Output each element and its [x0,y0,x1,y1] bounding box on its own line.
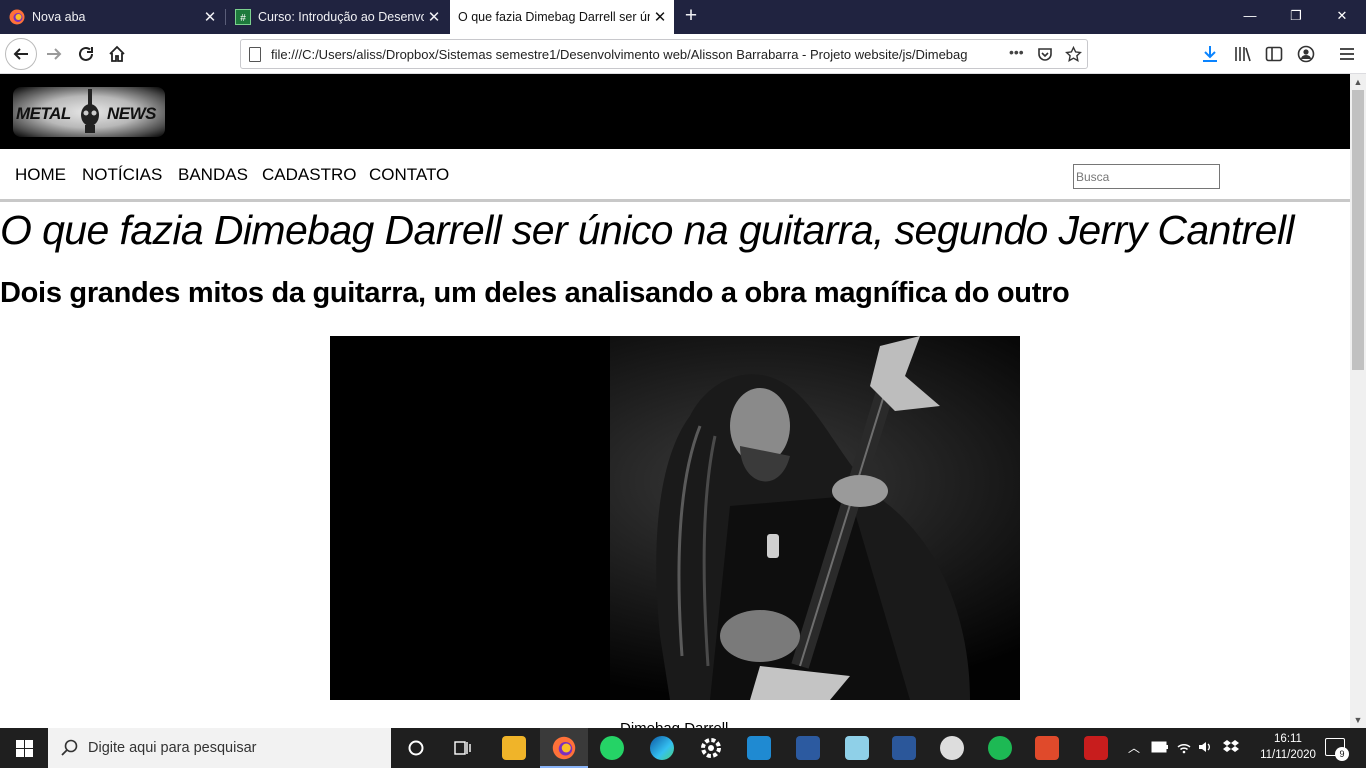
firefox-icon [552,736,576,760]
site-header: METAL NEWS [0,74,1350,149]
course-site-icon: # [235,9,251,25]
article-subtitle: Dois grandes mitos da guitarra, um deles… [0,277,1070,309]
cortana-icon[interactable] [408,740,424,756]
scroll-up-arrow-icon[interactable]: ▲ [1350,77,1366,87]
library-icon[interactable] [1234,45,1252,63]
address-bar[interactable]: file:///C:/Users/aliss/Dropbox/Sistemas … [240,39,1088,69]
tab-title: Nova aba [32,10,86,24]
account-icon[interactable] [1297,45,1315,63]
close-tab-icon[interactable]: ✕ [200,8,220,26]
nav-bandas[interactable]: BANDAS [178,165,248,185]
guitarist-photo-illustration [330,336,1020,700]
menu-hamburger-icon[interactable] [1339,45,1355,63]
skull-guitar-logo-icon [81,89,99,133]
battery-icon[interactable] [1151,741,1169,753]
taskbar-search-placeholder: Digite aqui para pesquisar [88,740,257,756]
word-icon[interactable] [892,736,916,760]
windows-logo-icon [16,740,33,757]
whatsapp-icon[interactable] [600,736,624,760]
firefox-taskbar-button[interactable] [540,728,588,768]
media-player-icon[interactable] [940,736,964,760]
restore-button[interactable]: ❐ [1273,0,1319,34]
article-photo [330,336,1020,700]
close-window-button[interactable]: ✕ [1319,0,1365,34]
page-scrollbar[interactable]: ▲ ▼ [1350,74,1366,728]
search-icon [61,739,78,756]
metal-news-logo[interactable]: METAL NEWS [13,87,165,137]
wifi-icon[interactable] [1176,739,1192,755]
home-icon [109,45,125,62]
reload-button[interactable] [71,39,101,69]
page-viewport: METAL NEWS HOME NOTÍCIAS BANDAS CADASTRO… [0,74,1350,728]
pocket-icon[interactable] [1037,46,1053,62]
settings-gear-icon[interactable] [699,736,723,760]
scrollbar-thumb[interactable] [1352,90,1364,370]
spotify-icon[interactable] [988,736,1012,760]
clock-date: 11/11/2020 [1260,749,1316,761]
page-actions-icon[interactable]: ••• [1009,44,1024,60]
tab-dimebag-article[interactable]: O que fazia Dimebag Darrell ser único ✕ [450,0,674,34]
minimize-button[interactable]: — [1227,0,1273,34]
site-nav: HOME NOTÍCIAS BANDAS CADASTRO CONTATO [0,149,1350,202]
vscode-icon[interactable] [747,736,771,760]
nav-cadastro[interactable]: CADASTRO [262,165,356,185]
page-icon [249,47,261,62]
show-hidden-icons-icon[interactable]: ︿ [1128,739,1140,756]
edge-icon[interactable] [650,736,674,760]
nav-home[interactable]: HOME [15,165,66,185]
back-arrow-icon [13,48,28,60]
back-button[interactable] [5,38,37,70]
url-text[interactable]: file:///C:/Users/aliss/Dropbox/Sistemas … [271,47,1001,62]
sidebar-icon[interactable] [1265,45,1283,63]
svg-text:#: # [240,13,246,24]
tab-nova-aba[interactable]: Nova aba ✕ [0,0,224,34]
file-explorer-icon[interactable] [502,736,526,760]
scroll-down-arrow-icon[interactable]: ▼ [1350,715,1366,725]
taskbar-search[interactable]: Digite aqui para pesquisar [48,728,391,768]
reload-icon [79,46,93,61]
notifications-badge: 9 [1335,747,1349,761]
downloads-icon[interactable] [1202,45,1218,63]
nav-noticias[interactable]: NOTÍCIAS [82,165,162,185]
forward-button[interactable] [39,39,69,69]
firefox-icon [9,9,25,25]
acrobat-icon[interactable] [1084,736,1108,760]
logo-text-metal: METAL [16,104,71,123]
clock-time: 16:11 [1274,733,1302,745]
powerpoint-icon[interactable] [1035,736,1059,760]
close-tab-icon[interactable]: ✕ [424,8,444,26]
devc-icon[interactable] [796,736,820,760]
forward-arrow-icon [47,48,62,60]
logo-text-news: NEWS [107,104,157,123]
windows-taskbar: Digite aqui para pesquisar ︿ 16:11 11/11… [0,728,1366,768]
close-tab-icon[interactable]: ✕ [650,8,670,26]
article-title: O que fazia Dimebag Darrell ser único na… [0,207,1295,253]
dropbox-icon[interactable] [1222,738,1240,756]
start-button[interactable] [0,728,48,768]
tab-curso[interactable]: # Curso: Introdução ao Desenvolvimento ✕ [226,0,448,34]
notes-app-icon[interactable] [845,736,869,760]
system-clock[interactable]: 16:11 11/11/2020 [1257,731,1319,763]
home-button[interactable] [102,39,132,69]
tab-title: Curso: Introdução ao Desenvolvimento [258,10,424,24]
task-view-icon[interactable] [454,739,472,757]
browser-toolbar: file:///C:/Users/aliss/Dropbox/Sistemas … [0,34,1366,74]
browser-tab-strip: Nova aba ✕ # Curso: Introdução ao Desenv… [0,0,1366,34]
bookmark-star-icon[interactable] [1065,46,1082,63]
volume-icon[interactable] [1197,739,1213,755]
new-tab-button[interactable]: + [680,4,702,30]
photo-caption: Dimebag Darrell [620,720,728,728]
search-input[interactable] [1073,164,1220,189]
tab-title: O que fazia Dimebag Darrell ser único [458,10,650,24]
nav-contato[interactable]: CONTATO [369,165,449,185]
